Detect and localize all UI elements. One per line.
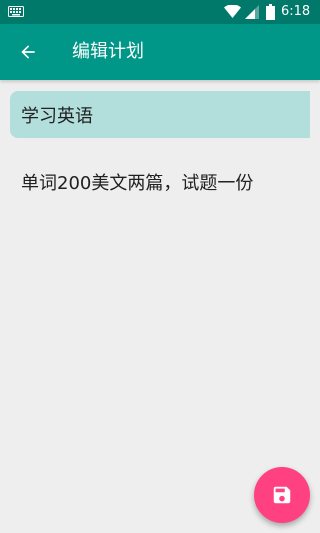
battery-icon	[266, 4, 275, 20]
wifi-icon	[224, 5, 241, 18]
keyboard-icon	[8, 6, 24, 17]
arrow-back-icon	[21, 45, 35, 59]
status-bar: 6:18	[0, 0, 320, 24]
save-button[interactable]	[254, 467, 310, 523]
edit-plan-screen: 6:18 编辑计划 学习英语 单词200美文两篇，试题一份	[0, 0, 320, 533]
save-icon	[273, 486, 291, 504]
plan-title-input[interactable]: 学习英语	[10, 91, 310, 138]
back-button[interactable]	[8, 32, 48, 72]
status-time: 6:18	[281, 4, 311, 19]
app-bar: 编辑计划	[0, 24, 320, 80]
page-title: 编辑计划	[72, 41, 144, 62]
plan-content-input[interactable]: 单词200美文两篇，试题一份	[21, 170, 311, 198]
signal-icon	[245, 5, 259, 19]
